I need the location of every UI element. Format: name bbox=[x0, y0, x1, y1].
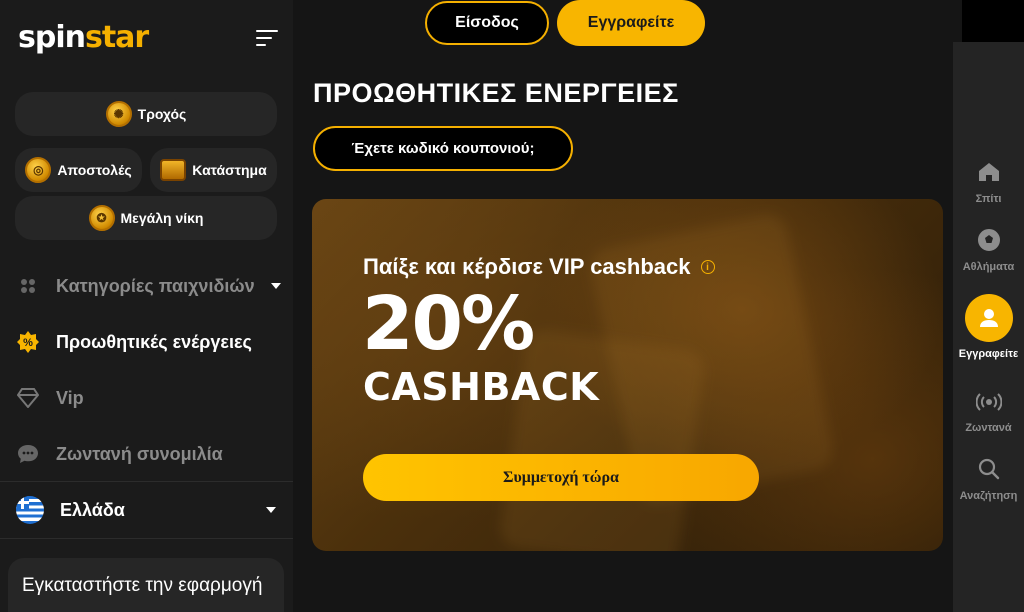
chevron-down-icon bbox=[266, 507, 276, 513]
home-icon bbox=[977, 160, 1001, 187]
grid-dots-icon bbox=[16, 274, 40, 298]
promo-cashback-word: CASHBACK bbox=[363, 365, 600, 409]
promotions-label: Προωθητικές ενέργειες bbox=[56, 331, 252, 352]
join-now-button[interactable]: Συμμετοχή τώρα bbox=[363, 454, 759, 501]
rail-top-strip bbox=[962, 0, 1024, 42]
shop-button[interactable]: Κατάστημα bbox=[150, 148, 277, 192]
promo-badge-icon: % bbox=[16, 330, 40, 354]
rail-item-home[interactable]: Σπίτι bbox=[953, 160, 1024, 205]
register-button[interactable]: Εγγραφείτε bbox=[557, 0, 705, 46]
search-icon bbox=[977, 457, 1001, 484]
rail-item-search[interactable]: Αναζήτηση bbox=[953, 457, 1024, 502]
big-win-button[interactable]: ✪ Μεγάλη νίκη bbox=[15, 196, 277, 240]
login-label: Είσοδος bbox=[455, 14, 519, 31]
chat-bubble-icon bbox=[16, 442, 40, 466]
promo-subtitle: Παίξε και κέρδισε VIP cashback i bbox=[363, 254, 715, 280]
logo-text-star: star bbox=[84, 20, 149, 55]
vip-label: Vip bbox=[56, 387, 84, 408]
shop-label: Κατάστημα bbox=[192, 162, 267, 178]
chevron-down-icon bbox=[270, 283, 281, 289]
categories-label: Κατηγορίες παιχνιδιών bbox=[56, 275, 255, 296]
live-broadcast-icon bbox=[975, 391, 1002, 416]
rail-item-register[interactable]: Εγγραφείτε bbox=[953, 294, 1024, 360]
promo-percentage: 20% bbox=[362, 281, 535, 367]
big-win-label: Μεγάλη νίκη bbox=[120, 210, 204, 226]
search-label: Αναζήτηση bbox=[959, 490, 1018, 502]
rail-item-sports[interactable]: Αθλήματα bbox=[953, 228, 1024, 273]
coupon-code-button[interactable]: Έχετε κωδικό κουπονιού; bbox=[313, 126, 573, 171]
info-icon[interactable]: i bbox=[700, 260, 715, 274]
install-app-text: Εγκαταστήστε την εφαρμογή bbox=[22, 575, 263, 596]
register-rail-label: Εγγραφείτε bbox=[958, 348, 1019, 360]
big-win-icon: ✪ bbox=[88, 205, 115, 231]
app: spinstar ✺ Τροχός ◎ Αποστολές Κατάστημα … bbox=[0, 0, 1024, 612]
sidebar-item-live-chat[interactable]: Ζωντανή συνομιλία bbox=[16, 442, 223, 466]
treasure-chest-icon bbox=[160, 159, 187, 181]
logo-text-spin: spin bbox=[18, 20, 86, 55]
missions-button[interactable]: ◎ Αποστολές bbox=[15, 148, 142, 192]
language-label: Ελλάδα bbox=[60, 499, 125, 520]
login-button[interactable]: Είσοδος bbox=[425, 1, 549, 45]
sidebar-divider bbox=[0, 538, 293, 539]
rail-item-live[interactable]: Ζωντανά bbox=[953, 391, 1024, 434]
promo-subtitle-text: Παίξε και κέρδισε VIP cashback bbox=[363, 254, 691, 279]
coupon-label: Έχετε κωδικό κουπονιού; bbox=[351, 140, 535, 157]
sidebar: spinstar ✺ Τροχός ◎ Αποστολές Κατάστημα … bbox=[0, 0, 293, 612]
page-title: ΠΡΟΩΘΗΤΙΚΕΣ ΕΝΕΡΓΕΙΕΣ bbox=[313, 78, 679, 108]
user-icon bbox=[964, 294, 1013, 342]
wheel-button[interactable]: ✺ Τροχός bbox=[15, 92, 277, 136]
register-label: Εγγραφείτε bbox=[587, 14, 675, 31]
install-app-card[interactable]: Εγκαταστήστε την εφαρμογή bbox=[8, 558, 284, 612]
soccer-ball-icon bbox=[977, 228, 1001, 255]
sidebar-item-vip[interactable]: Vip bbox=[16, 386, 84, 410]
live-label: Ζωντανά bbox=[965, 422, 1012, 434]
missions-icon: ◎ bbox=[25, 157, 52, 183]
sidebar-divider bbox=[0, 481, 293, 482]
wheel-icon: ✺ bbox=[105, 101, 132, 127]
missions-label: Αποστολές bbox=[57, 162, 132, 178]
diamond-icon bbox=[16, 386, 40, 410]
language-selector[interactable]: Ελλάδα bbox=[16, 496, 276, 524]
live-chat-label: Ζωντανή συνομιλία bbox=[56, 443, 223, 464]
home-label: Σπίτι bbox=[975, 193, 1002, 205]
cashback-promo-card: Παίξε και κέρδισε VIP cashback i 20% CAS… bbox=[312, 199, 943, 551]
menu-toggle-icon[interactable] bbox=[256, 30, 278, 46]
join-now-label: Συμμετοχή τώρα bbox=[503, 468, 619, 486]
greece-flag-icon bbox=[16, 496, 44, 524]
wheel-label: Τροχός bbox=[137, 106, 187, 122]
sidebar-item-promotions[interactable]: % Προωθητικές ενέργειες bbox=[16, 330, 252, 354]
sidebar-item-categories[interactable]: Κατηγορίες παιχνιδιών bbox=[16, 274, 281, 298]
sports-label: Αθλήματα bbox=[962, 261, 1015, 273]
svg-text:%: % bbox=[23, 337, 33, 349]
spinstar-logo[interactable]: spinstar bbox=[18, 20, 149, 55]
